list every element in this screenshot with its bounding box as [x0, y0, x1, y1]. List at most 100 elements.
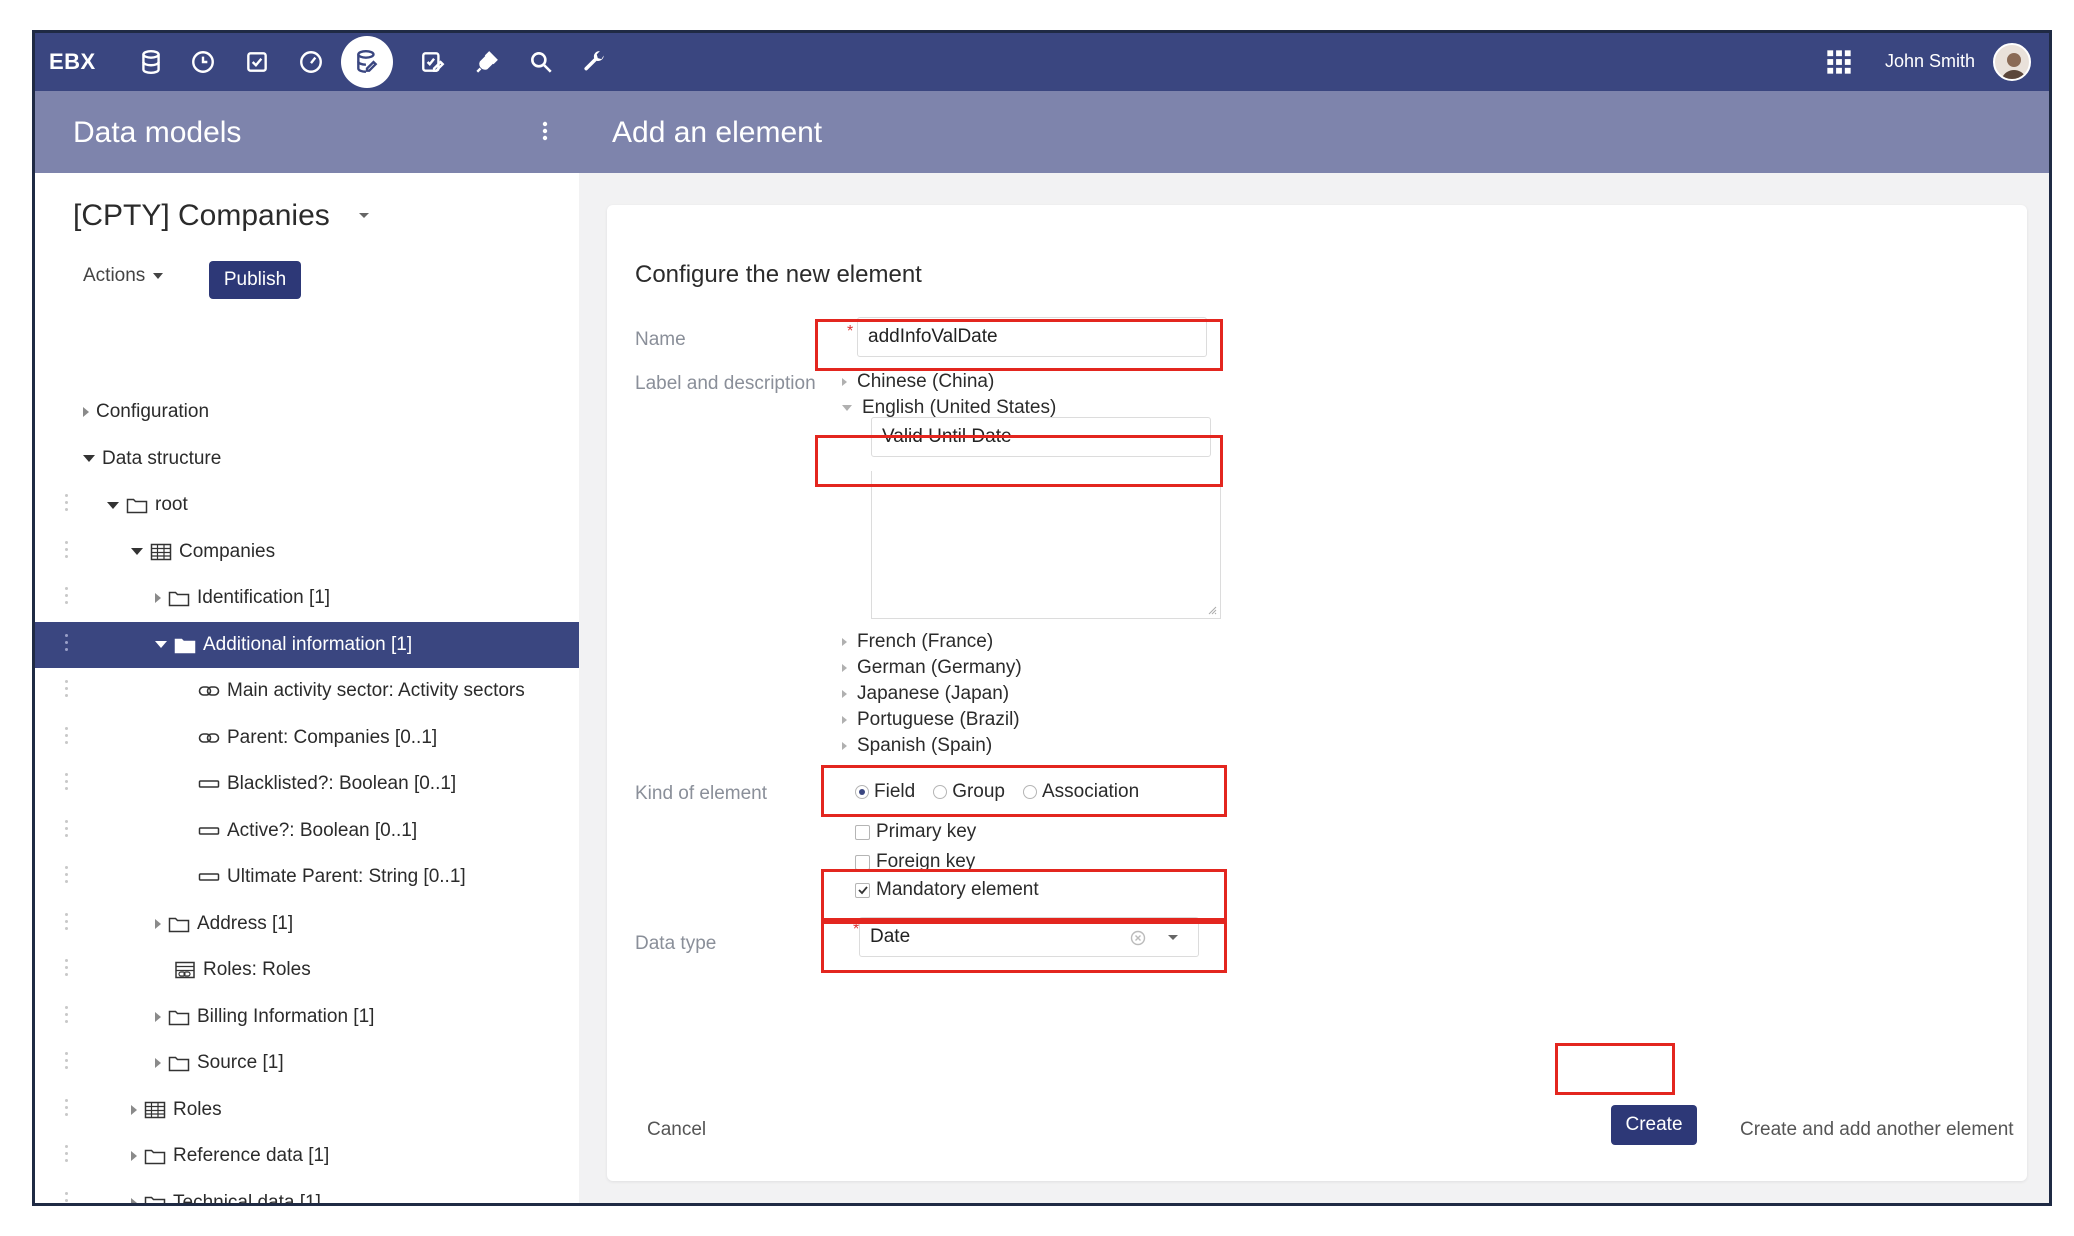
publish-button[interactable]: Publish: [209, 261, 301, 299]
kind-association-option[interactable]: Association: [1023, 781, 1139, 803]
clear-icon[interactable]: [1130, 930, 1146, 946]
lang-german[interactable]: German (Germany): [842, 657, 1022, 679]
lang-german-label: German (Germany): [857, 657, 1022, 678]
kind-field-option[interactable]: Field: [855, 781, 915, 803]
data-type-select[interactable]: Date: [859, 917, 1199, 957]
database-icon[interactable]: [135, 46, 167, 78]
mandatory-checkbox[interactable]: [855, 882, 870, 898]
name-input[interactable]: addInfoValDate: [857, 317, 1207, 357]
actions-label: Actions: [83, 265, 146, 286]
drag-handle-icon[interactable]: [65, 1052, 69, 1074]
search-icon[interactable]: [525, 46, 557, 78]
brand-logo[interactable]: EBX: [49, 49, 96, 75]
lang-english[interactable]: English (United States): [842, 397, 1056, 419]
plug-icon[interactable]: [471, 46, 503, 78]
drag-handle-icon[interactable]: [65, 680, 69, 702]
tree-node[interactable]: Main activity sector: Activity sectors: [35, 668, 579, 714]
expand-icon[interactable]: [155, 593, 161, 603]
expand-icon[interactable]: [155, 1058, 161, 1068]
user-name[interactable]: John Smith: [1885, 51, 1975, 72]
expand-icon[interactable]: [131, 1151, 137, 1161]
resize-grip-icon[interactable]: [1207, 605, 1217, 615]
radio-field[interactable]: [855, 785, 869, 799]
drag-handle-icon[interactable]: [65, 540, 69, 563]
tree-node[interactable]: Technical data [1]: [35, 1180, 579, 1204]
folder-icon: [168, 1054, 190, 1072]
lang-japanese[interactable]: Japanese (Japan): [842, 683, 1009, 705]
tree-node[interactable]: Identification [1]: [35, 575, 579, 621]
radio-group[interactable]: [933, 785, 948, 799]
expand-icon[interactable]: [131, 1197, 137, 1203]
actions-menu-button[interactable]: Actions: [83, 265, 164, 287]
drag-handle-icon[interactable]: [65, 726, 69, 749]
create-button[interactable]: Create: [1611, 1105, 1697, 1145]
english-label-input[interactable]: Valid Until Date: [871, 417, 1211, 457]
gauge-icon[interactable]: [295, 46, 327, 78]
dropdown-chevron-down-icon[interactable]: [1168, 935, 1178, 940]
edit-check-icon[interactable]: [417, 46, 449, 78]
create-and-add-another-button[interactable]: Create and add another element: [1740, 1119, 2014, 1141]
apps-grid-icon[interactable]: [1825, 48, 1853, 76]
drag-handle-icon[interactable]: [65, 633, 69, 656]
collapse-icon[interactable]: [107, 501, 119, 509]
collapse-icon[interactable]: [83, 455, 95, 462]
tree-node[interactable]: Address [1]: [35, 901, 579, 947]
user-avatar[interactable]: [1993, 43, 2031, 81]
tree-node[interactable]: Parent: Companies [0..1]: [35, 715, 579, 761]
clock-icon[interactable]: [187, 46, 219, 78]
kind-group-option[interactable]: Group: [933, 781, 1005, 803]
collapse-icon[interactable]: [131, 548, 143, 555]
tree-node[interactable]: Roles: [35, 1087, 579, 1133]
collapse-icon[interactable]: [155, 641, 167, 648]
drag-handle-icon[interactable]: [65, 959, 69, 981]
drag-handle-icon[interactable]: [65, 1098, 69, 1121]
foreign-key-checkbox[interactable]: [855, 854, 870, 870]
tree-node[interactable]: Active?: Boolean [0..1]: [35, 808, 579, 854]
tree-node-label: Roles: Roles: [203, 959, 311, 980]
tree-node[interactable]: root: [35, 482, 579, 528]
cancel-button[interactable]: Cancel: [647, 1119, 706, 1141]
drag-handle-icon[interactable]: [65, 1145, 69, 1167]
more-options-icon[interactable]: [535, 116, 555, 146]
data-type-value: Date: [870, 926, 911, 947]
tree-node[interactable]: Data structure: [35, 436, 579, 482]
drag-handle-icon[interactable]: [65, 1005, 69, 1028]
expand-icon[interactable]: [155, 1011, 161, 1022]
expand-icon[interactable]: [155, 918, 161, 929]
data-models-icon[interactable]: [341, 36, 393, 88]
lang-french[interactable]: French (France): [842, 631, 993, 653]
drag-handle-icon[interactable]: [65, 866, 69, 888]
lang-portuguese-label: Portuguese (Brazil): [857, 709, 1020, 730]
foreign-key-option[interactable]: Foreign key: [855, 851, 975, 873]
page-title: Add an element: [612, 116, 823, 149]
tree-node[interactable]: Roles: Roles: [35, 947, 579, 993]
drag-handle-icon[interactable]: [65, 773, 69, 795]
field-icon: [198, 775, 220, 793]
tree-node[interactable]: Ultimate Parent: String [0..1]: [35, 854, 579, 900]
checklist-icon[interactable]: [241, 46, 273, 78]
drag-handle-icon[interactable]: [65, 494, 69, 516]
model-selector-chevron-down-icon[interactable]: [359, 213, 369, 218]
drag-handle-icon[interactable]: [65, 912, 69, 935]
wrench-icon[interactable]: [579, 46, 611, 78]
tree-node[interactable]: Source [1]: [35, 1040, 579, 1086]
expand-icon[interactable]: [83, 407, 89, 417]
tree-node[interactable]: Blacklisted?: Boolean [0..1]: [35, 761, 579, 807]
english-description-textarea[interactable]: [871, 471, 1221, 619]
lang-chinese[interactable]: Chinese (China): [842, 371, 994, 393]
tree-node[interactable]: Companies: [35, 529, 579, 575]
primary-key-option[interactable]: Primary key: [855, 821, 976, 843]
tree-node[interactable]: Configuration: [35, 389, 579, 435]
tree-node[interactable]: Billing Information [1]: [35, 994, 579, 1040]
drag-handle-icon[interactable]: [65, 1191, 69, 1204]
tree-node[interactable]: Reference data [1]: [35, 1133, 579, 1179]
tree-node[interactable]: Additional information [1]: [35, 621, 579, 668]
expand-icon[interactable]: [131, 1104, 137, 1115]
mandatory-option[interactable]: Mandatory element: [855, 879, 1045, 901]
radio-association[interactable]: [1023, 785, 1037, 799]
primary-key-checkbox[interactable]: [855, 824, 870, 840]
lang-portuguese[interactable]: Portuguese (Brazil): [842, 709, 1020, 731]
drag-handle-icon[interactable]: [65, 819, 69, 842]
lang-spanish[interactable]: Spanish (Spain): [842, 735, 992, 757]
drag-handle-icon[interactable]: [65, 587, 69, 609]
